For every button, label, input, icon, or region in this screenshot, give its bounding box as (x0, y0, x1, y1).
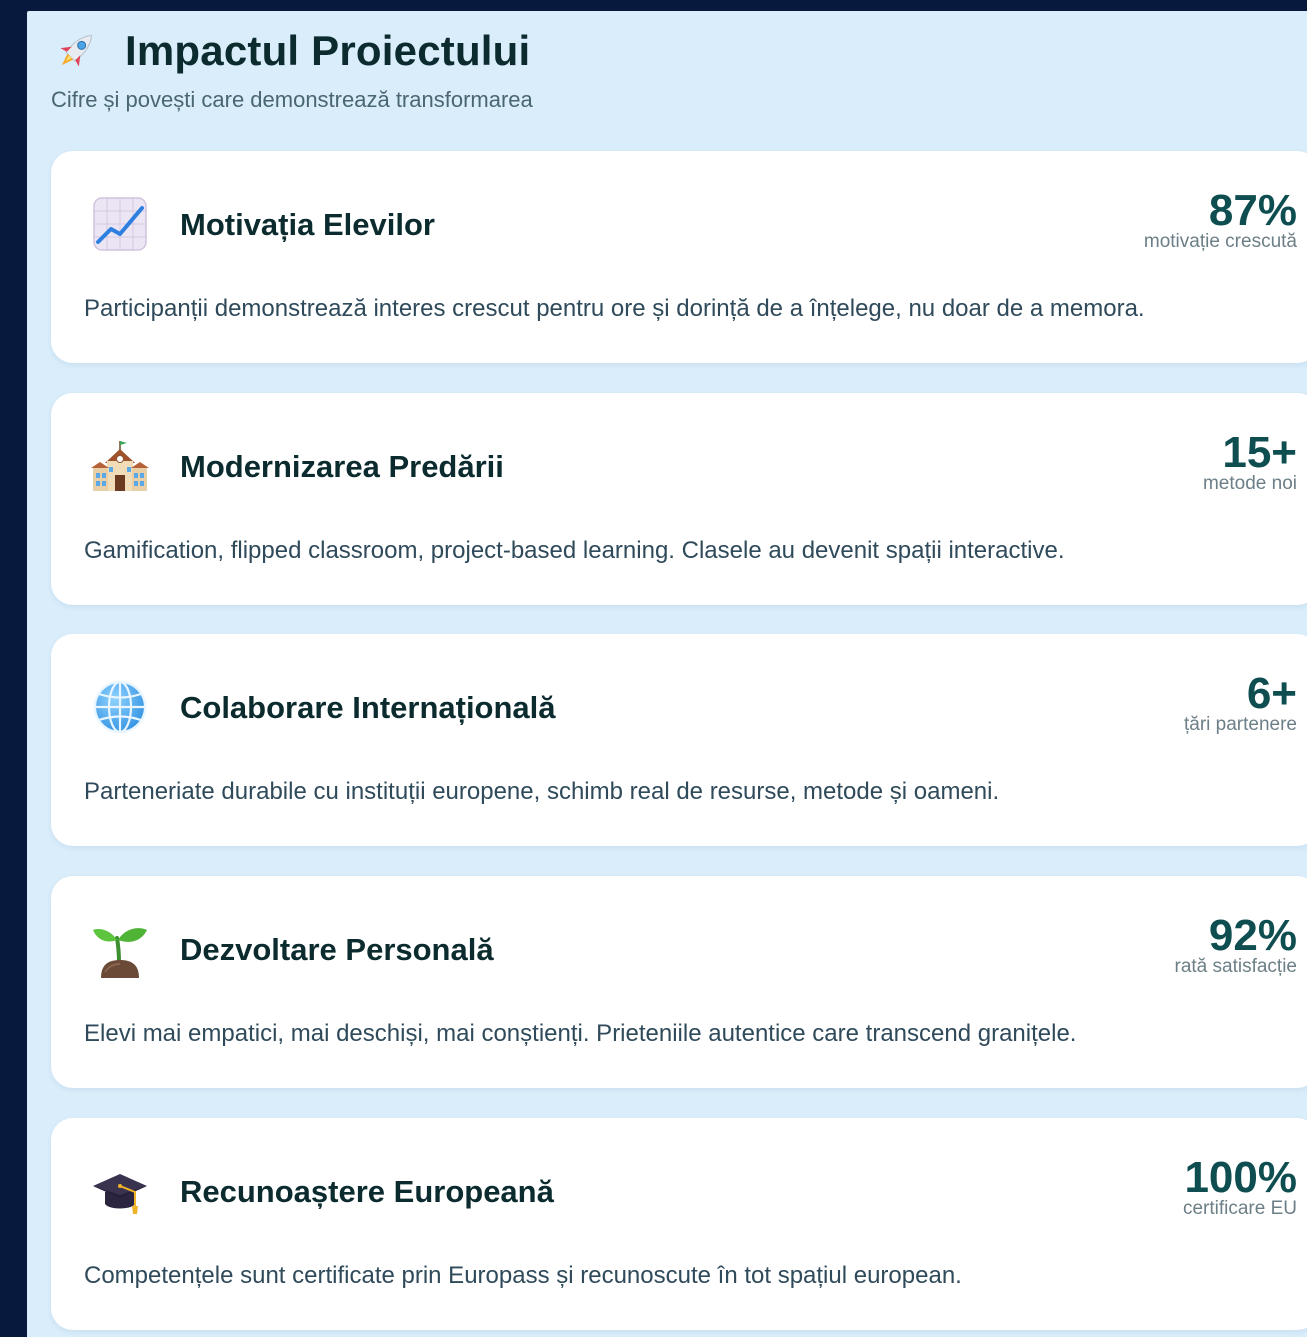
card-description: Parteneriate durabile cu instituții euro… (84, 778, 1000, 805)
impact-card-personal-development: Dezvoltare Personală 92% rată satisfacți… (51, 876, 1307, 1088)
rocket-icon (51, 27, 103, 75)
stat-label: motivație crescută (1143, 231, 1297, 252)
stat-value: 15+ (1222, 428, 1297, 477)
page-title: Impactul Proiectului (125, 27, 531, 74)
card-description: Participanții demonstrează interes cresc… (84, 295, 1145, 322)
stat-label: rată satisfacție (1174, 956, 1298, 977)
stat-value: 92% (1208, 911, 1297, 960)
card-description: Competențele sunt certificate prin Europ… (84, 1262, 962, 1289)
page-subtitle: Cifre și povești care demonstrează trans… (51, 87, 533, 112)
globe-icon (91, 678, 149, 736)
card-stat: 15+ metode noi (1203, 429, 1297, 495)
card-stat: 87% motivație crescută (1144, 187, 1297, 253)
card-title: Recunoaștere Europeană (180, 1174, 554, 1209)
stat-label: țări partenere (1183, 714, 1297, 735)
impact-card-collaboration: Colaborare Internațională 6+ țări parten… (51, 634, 1307, 846)
card-title: Modernizarea Predării (180, 449, 504, 484)
chart-increasing-icon (91, 195, 149, 253)
section-header: Impactul Proiectului Cifre și povești ca… (51, 27, 533, 113)
card-stat: 100% certificare EU (1183, 1154, 1297, 1220)
card-title: Colaborare Internațională (180, 690, 556, 725)
impact-card-european-recognition: Recunoaștere Europeană 100% certificare … (51, 1118, 1307, 1330)
impact-section: Impactul Proiectului Cifre și povești ca… (27, 11, 1307, 1337)
stat-label: certificare EU (1182, 1198, 1297, 1219)
title-row: Impactul Proiectului (51, 27, 533, 75)
card-description: Gamification, flipped classroom, project… (84, 537, 1065, 564)
impact-card-teaching: Modernizarea Predării 15+ metode noi Gam… (51, 393, 1307, 605)
card-stat: 92% rată satisfacție (1175, 912, 1298, 978)
stat-value: 87% (1208, 186, 1297, 235)
graduation-cap-icon (91, 1162, 149, 1220)
card-stat: 6+ țări partenere (1184, 670, 1297, 736)
card-title: Dezvoltare Personală (180, 932, 494, 967)
stat-value: 100% (1184, 1153, 1297, 1202)
school-icon (91, 437, 149, 495)
card-title: Motivația Elevilor (180, 207, 435, 242)
stat-label: metode noi (1202, 473, 1297, 494)
impact-card-motivation: Motivația Elevilor 87% motivație crescut… (51, 151, 1307, 363)
stat-value: 6+ (1246, 669, 1297, 718)
card-description: Elevi mai empatici, mai deschiși, mai co… (84, 1020, 1077, 1047)
seedling-icon (91, 920, 149, 978)
